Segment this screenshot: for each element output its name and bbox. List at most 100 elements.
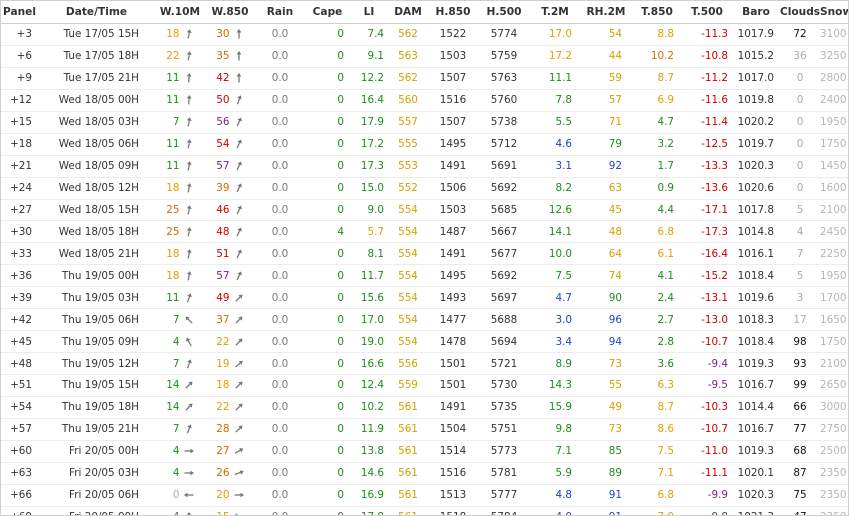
cell-t500: -13.1 <box>682 286 732 310</box>
table-row[interactable]: +63 Fri 20/05 03H 4 26 0.0 0 14.6 561 15… <box>1 462 848 485</box>
col-header-t850[interactable]: T.850 <box>632 1 682 24</box>
cell-t500: -10.8 <box>682 45 732 68</box>
cell-wind-850: 37 <box>205 308 255 332</box>
wind-direction-arrow-icon <box>230 355 247 372</box>
col-header-clouds[interactable]: Clouds <box>780 1 820 24</box>
wind-10m-speed: 0 <box>172 489 180 502</box>
table-row[interactable]: +39 Thu 19/05 03H 11 49 0.0 0 15.6 554 1… <box>1 286 848 310</box>
cell-rh2m: 79 <box>580 133 632 156</box>
cell-t500: -12.5 <box>682 133 732 156</box>
cell-wind-850: 57 <box>205 264 255 288</box>
cell-t850: 7.5 <box>632 440 682 463</box>
table-row[interactable]: +18 Wed 18/05 06H 11 54 0.0 0 17.2 555 1… <box>1 133 848 156</box>
wind-850-speed: 56 <box>216 116 230 129</box>
cell-clouds: 0 <box>780 133 820 156</box>
wind-direction-arrow-icon <box>231 224 247 240</box>
table-row[interactable]: +48 Thu 19/05 12H 7 19 0.0 0 16.6 556 15… <box>1 352 848 375</box>
cell-wind-10m: 25 <box>155 199 205 222</box>
cell-datetime: Wed 18/05 03H <box>38 111 155 134</box>
col-header-t2m[interactable]: T.2M <box>530 1 580 24</box>
table-row[interactable]: +42 Thu 19/05 06H 7 37 0.0 0 17.0 554 14… <box>1 308 848 332</box>
cell-cape: 0 <box>305 286 350 310</box>
cell-rain: 0.0 <box>255 308 305 332</box>
wind-direction-arrow-icon <box>231 268 247 284</box>
cell-datetime: Thu 19/05 06H <box>38 308 155 332</box>
table-row[interactable]: +15 Wed 18/05 03H 7 56 0.0 0 17.9 557 15… <box>1 111 848 134</box>
table-row[interactable]: +24 Wed 18/05 12H 18 39 0.0 0 15.0 552 1… <box>1 177 848 200</box>
table-row[interactable]: +9 Tue 17/05 21H 11 42 0.0 0 12.2 562 15… <box>1 67 848 90</box>
cell-t500: -9.5 <box>682 374 732 397</box>
wind-10m-speed: 14 <box>166 379 180 392</box>
cell-baro: 1016.7 <box>732 374 780 397</box>
table-row[interactable]: +3 Tue 17/05 15H 18 30 0.0 0 7.4 562 152… <box>1 23 848 46</box>
cell-h500: 5688 <box>478 308 530 332</box>
col-header-datetime[interactable]: Date/Time <box>38 1 155 24</box>
table-row[interactable]: +69 Fri 20/05 09H 4 15 0.0 0 17.8 561 15… <box>1 506 848 515</box>
col-header-cape[interactable]: Cape <box>305 1 350 24</box>
col-header-rh2m[interactable]: RH.2M <box>580 1 632 24</box>
col-header-rain[interactable]: Rain <box>255 1 305 24</box>
cell-h850: 1491 <box>428 155 478 178</box>
cell-t500: -11.4 <box>682 111 732 134</box>
wind-10m-speed: 11 <box>166 72 180 85</box>
col-header-snow[interactable]: Snow <box>820 1 848 24</box>
cell-panel: +21 <box>1 155 38 178</box>
table-row[interactable]: +45 Thu 19/05 09H 4 22 0.0 0 19.0 554 14… <box>1 330 848 354</box>
cell-dam: 559 <box>388 374 428 397</box>
col-header-w10m[interactable]: W.10M <box>155 1 205 24</box>
cell-datetime: Wed 18/05 15H <box>38 199 155 222</box>
wind-direction-arrow-icon <box>231 136 247 152</box>
table-row[interactable]: +27 Wed 18/05 15H 25 46 0.0 0 9.0 554 15… <box>1 199 848 222</box>
cell-h500: 5760 <box>478 89 530 112</box>
cell-snow: 2350 <box>820 462 848 485</box>
cell-snow: 2800 <box>820 67 848 90</box>
table-row[interactable]: +36 Thu 19/05 00H 18 57 0.0 0 11.7 554 1… <box>1 264 848 288</box>
cell-cape: 0 <box>305 506 350 515</box>
wind-10m-speed: 4 <box>172 445 180 458</box>
col-header-panel[interactable]: Panel <box>1 1 38 24</box>
cell-dam: 554 <box>388 286 428 310</box>
cell-dam: 561 <box>388 484 428 507</box>
table-row[interactable]: +66 Fri 20/05 06H 0 20 0.0 0 16.9 561 15… <box>1 484 848 507</box>
wind-850-speed: 30 <box>216 28 230 41</box>
col-header-li[interactable]: LI <box>350 1 388 24</box>
table-row[interactable]: +21 Wed 18/05 09H 11 57 0.0 0 17.3 553 1… <box>1 155 848 178</box>
cell-t2m: 4.8 <box>530 484 580 507</box>
col-header-dam[interactable]: DAM <box>388 1 428 24</box>
wind-direction-arrow-icon <box>231 466 246 481</box>
table-row[interactable]: +54 Thu 19/05 18H 14 22 0.0 0 10.2 561 1… <box>1 396 848 419</box>
cell-snow: 1650 <box>820 308 848 332</box>
col-header-baro[interactable]: Baro <box>732 1 780 24</box>
table-row[interactable]: +6 Tue 17/05 18H 22 35 0.0 0 9.1 563 150… <box>1 45 848 68</box>
col-header-h850[interactable]: H.850 <box>428 1 478 24</box>
cell-snow: 1950 <box>820 111 848 134</box>
wind-850-speed: 27 <box>216 445 230 458</box>
table-row[interactable]: +51 Thu 19/05 15H 14 18 0.0 0 12.4 559 1… <box>1 374 848 397</box>
wind-10m-speed: 11 <box>166 291 180 304</box>
table-row[interactable]: +33 Wed 18/05 21H 18 51 0.0 0 8.1 554 14… <box>1 242 848 266</box>
wind-direction-arrow-icon <box>181 356 196 371</box>
table-row[interactable]: +30 Wed 18/05 18H 25 48 0.0 4 5.7 554 14… <box>1 220 848 244</box>
wind-10m-speed: 18 <box>166 269 180 282</box>
cell-h850: 1478 <box>428 330 478 354</box>
cell-t850: 2.4 <box>632 286 682 310</box>
cell-rh2m: 55 <box>580 374 632 397</box>
table-row[interactable]: +60 Fri 20/05 00H 4 27 0.0 0 13.8 561 15… <box>1 440 848 463</box>
wind-10m-speed: 7 <box>172 116 180 129</box>
cell-t850: 6.8 <box>632 484 682 507</box>
cell-rh2m: 94 <box>580 330 632 354</box>
cell-dam: 554 <box>388 330 428 354</box>
cell-rain: 0.0 <box>255 220 305 244</box>
cell-dam: 554 <box>388 220 428 244</box>
cell-li: 7.4 <box>350 23 388 46</box>
cell-wind-10m: 18 <box>155 177 205 200</box>
cell-t500: -11.3 <box>682 23 732 46</box>
col-header-w850[interactable]: W.850 <box>205 1 255 24</box>
col-header-h500[interactable]: H.500 <box>478 1 530 24</box>
cell-wind-10m: 11 <box>155 89 205 112</box>
table-row[interactable]: +12 Wed 18/05 00H 11 50 0.0 0 16.4 560 1… <box>1 89 848 112</box>
cell-baro: 1020.2 <box>732 111 780 134</box>
table-row[interactable]: +57 Thu 19/05 21H 7 28 0.0 0 11.9 561 15… <box>1 418 848 441</box>
wind-850-speed: 49 <box>216 291 230 304</box>
col-header-t500[interactable]: T.500 <box>682 1 732 24</box>
